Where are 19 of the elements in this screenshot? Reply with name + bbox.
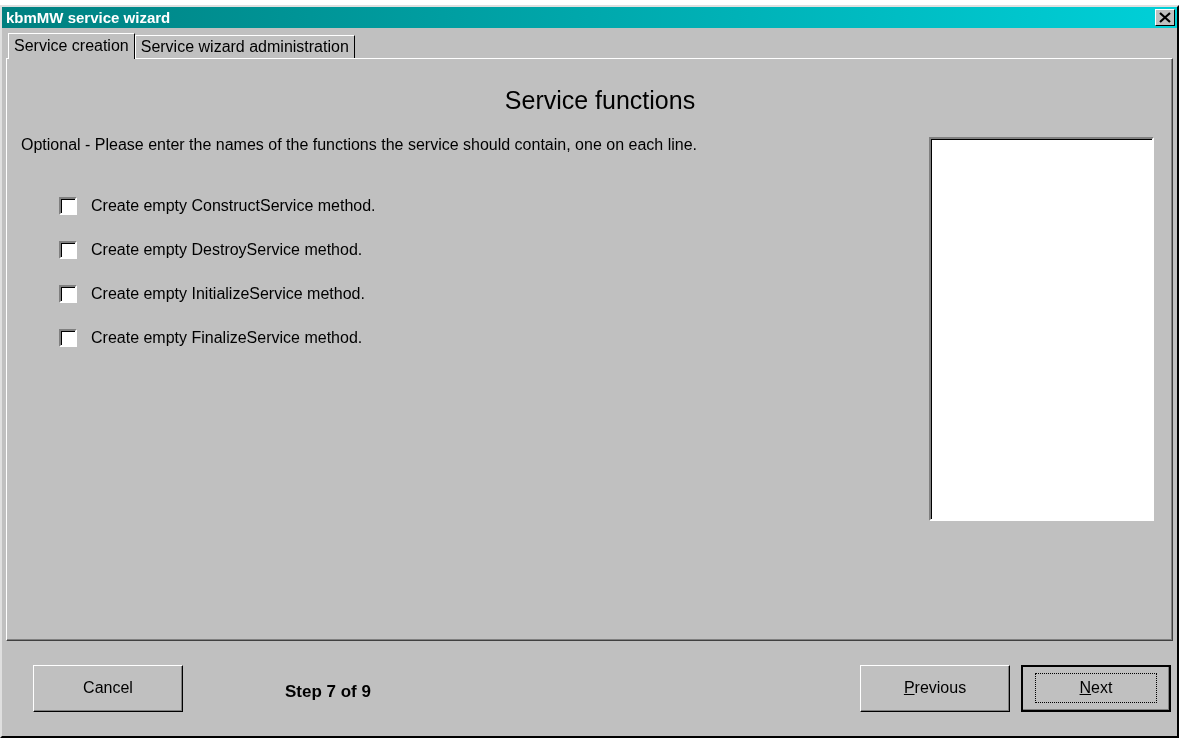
checkbox-label[interactable]: Create empty DestroyService method. <box>91 240 363 259</box>
cancel-button[interactable]: Cancel <box>33 664 183 712</box>
step-indicator: Step 7 of 9 <box>285 682 371 703</box>
checkbox[interactable] <box>59 328 77 347</box>
tab[interactable]: Service creation <box>8 32 135 59</box>
function-names-field[interactable] <box>929 136 1154 521</box>
window-title: kbmMW service wizard <box>6 8 171 26</box>
checkbox[interactable] <box>59 196 77 215</box>
checkbox[interactable] <box>59 284 77 303</box>
close-button[interactable] <box>1155 8 1175 26</box>
checkbox-label[interactable]: Create empty ConstructService method. <box>91 196 376 215</box>
next-button[interactable]: Next <box>1021 664 1171 712</box>
checkbox-label[interactable]: Create empty FinalizeService method. <box>91 328 363 347</box>
previous-button[interactable]: Previous <box>860 664 1010 712</box>
instructions-text: Optional - Please enter the names of the functions the service should contain, one on each line. <box>21 134 698 155</box>
tab[interactable]: Service wizard administration <box>134 34 355 58</box>
page-heading: Service functions <box>503 85 696 115</box>
checkbox[interactable] <box>59 240 77 259</box>
checkbox-label[interactable]: Create empty InitializeService method. <box>91 284 365 303</box>
